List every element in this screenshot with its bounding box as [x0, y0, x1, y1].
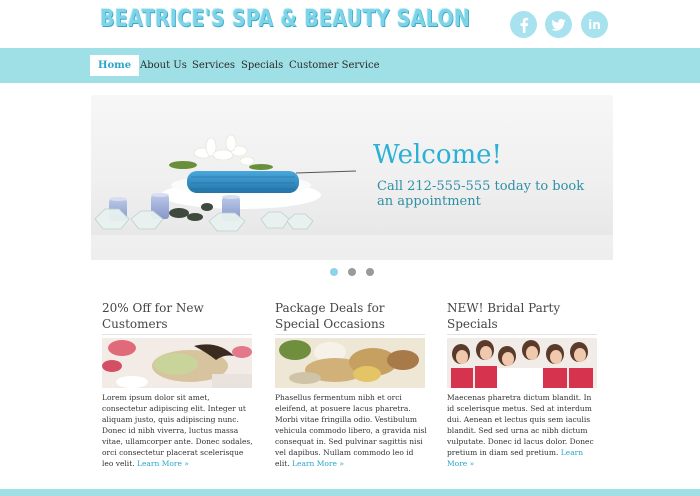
promo-text: Lorem ipsum dolor sit amet, consectetur … [102, 392, 254, 469]
facebook-icon[interactable] [510, 11, 537, 38]
twitter-icon[interactable] [545, 11, 572, 38]
spa-package-image [275, 338, 425, 388]
divider [275, 334, 425, 335]
nav-item-specials[interactable]: Specials [241, 55, 283, 76]
site-logo[interactable]: BEATRICE'S SPA & BEAUTY SALON [100, 6, 470, 32]
footer-bar [0, 489, 700, 496]
promo-text: Phasellus fermentum nibh et orci eleifen… [275, 392, 427, 469]
promo-title: Package Deals for Special Occasions [275, 301, 385, 331]
promo-title: 20% Off for New Customers [102, 301, 204, 331]
nav-item-home[interactable]: Home [90, 55, 140, 76]
hero-spa-image [91, 134, 613, 260]
nav-item-about-us[interactable]: About Us [140, 55, 187, 76]
nav-item-services[interactable]: Services [192, 55, 235, 76]
hero-title: Welcome! [373, 140, 503, 170]
divider [447, 334, 597, 335]
nav-item-customer-service[interactable]: Customer Service [289, 55, 380, 76]
slider-dot-2[interactable] [348, 268, 356, 276]
promo-title: NEW! Bridal Party Specials [447, 301, 561, 331]
hero-slider[interactable]: Welcome! Call 212-555-555 today to book … [91, 95, 613, 260]
divider [102, 334, 252, 335]
slider-dots [330, 268, 374, 276]
learn-more-link[interactable]: Learn More » [137, 459, 189, 468]
slider-dot-3[interactable] [366, 268, 374, 276]
main-nav: Home About Us Services Specials Customer… [0, 48, 700, 83]
promo-column-new-customers: 20% Off for New Customers Lorem ipsum do… [102, 300, 254, 469]
linkedin-icon[interactable]: in [581, 11, 608, 38]
site-header: BEATRICE'S SPA & BEAUTY SALON in [0, 0, 700, 48]
learn-more-link[interactable]: Learn More » [292, 459, 344, 468]
promo-column-package-deals: Package Deals for Special Occasions Phas… [275, 300, 427, 469]
promo-body: Phasellus fermentum nibh et orci eleifen… [275, 393, 427, 468]
slider-dot-1[interactable] [330, 268, 338, 276]
promo-column-bridal-party: NEW! Bridal Party Specials Maecenas phar… [447, 300, 599, 469]
bridal-party-image [447, 338, 597, 388]
promo-text: Maecenas pharetra dictum blandit. In id … [447, 392, 599, 469]
promo-body: Lorem ipsum dolor sit amet, consectetur … [102, 393, 253, 468]
hero-subtitle: Call 212-555-555 today to book an appoin… [377, 179, 585, 209]
linkedin-icon-text: in [588, 17, 601, 32]
facial-treatment-image [102, 338, 252, 388]
